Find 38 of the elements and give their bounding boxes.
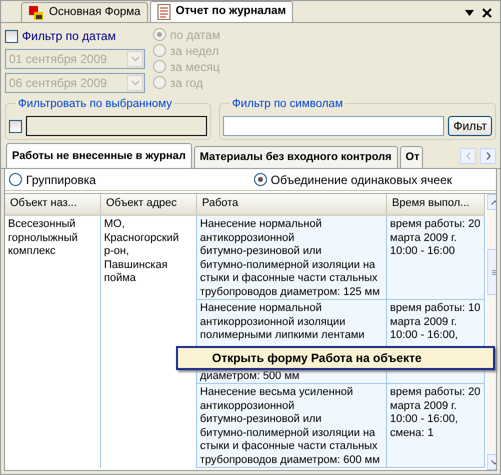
- radio-label: по датам: [170, 26, 220, 44]
- dropdown-icon: [465, 10, 474, 16]
- table-cell-text: Нанесение весьма усиленной антикоррозионной битумно-резиновой или битумно-полимерной изоляции на стыки и фасонные части стальных трубопроводов диаметром: 600 мм: [200, 386, 381, 467]
- app-logo-icon: [28, 4, 44, 20]
- table-cell-text: Нанесение нормальной антикоррозионной битумно-резиновой или битумно-полимерной изоляции на стыки и фасонные части стальных трубопроводов диаметром: 125 мм: [200, 218, 381, 299]
- column-header[interactable]: Время выпол...: [387, 194, 485, 216]
- close-icon: [482, 8, 492, 18]
- filter-label: Фильтр по датам: [22, 28, 116, 45]
- context-menu-item[interactable]: Открыть форму Работа на объекте: [176, 346, 495, 370]
- report-tab[interactable]: От: [400, 146, 422, 168]
- column-header[interactable]: Объект адрес: [101, 194, 197, 216]
- radio-label: за год: [170, 74, 204, 92]
- radio-button[interactable]: [254, 173, 267, 186]
- table-cell-text: Нанесение нормальной антикоррозионной изоляции полимерными липкими лентами: [200, 302, 366, 342]
- filter-button[interactable]: Фильт: [448, 116, 492, 136]
- chevron-down-icon: [130, 56, 140, 62]
- column-header[interactable]: Объект наз...: [5, 194, 101, 216]
- table-cell-text: диаметром: 500 мм: [200, 370, 300, 383]
- document-tab[interactable]: Отчет по журналам: [150, 1, 294, 22]
- chevron-right-icon: [486, 152, 490, 160]
- radio-label: Объединение одинаковых ячеек: [270, 172, 452, 188]
- report-tab[interactable]: Материалы без входного контроля: [194, 146, 398, 168]
- document-tab[interactable]: Основная Форма: [21, 2, 148, 22]
- radio-label: за месяц: [170, 58, 220, 76]
- column-header[interactable]: Работа: [197, 194, 387, 216]
- checkbox[interactable]: [9, 120, 22, 132]
- input-field[interactable]: [223, 116, 444, 136]
- document-icon: [156, 4, 171, 20]
- input-field[interactable]: [26, 116, 207, 136]
- report-tab[interactable]: Работы не внесенные в журнал: [6, 143, 192, 168]
- table-cell: время работы: 20 марта 2009 г. 10:00 - 16:00, смена: 1: [387, 384, 485, 468]
- chevron-left-icon: [466, 152, 470, 160]
- chevron-down-icon: [130, 80, 140, 86]
- radio-button[interactable]: [9, 173, 22, 186]
- radio-label: Группировка: [26, 172, 96, 188]
- radio-label: за недел: [170, 42, 219, 60]
- scroll-right-button[interactable]: [480, 148, 496, 164]
- table-cell: время работы: 20 марта 2009 г. 10:00 - 16:00: [387, 216, 485, 300]
